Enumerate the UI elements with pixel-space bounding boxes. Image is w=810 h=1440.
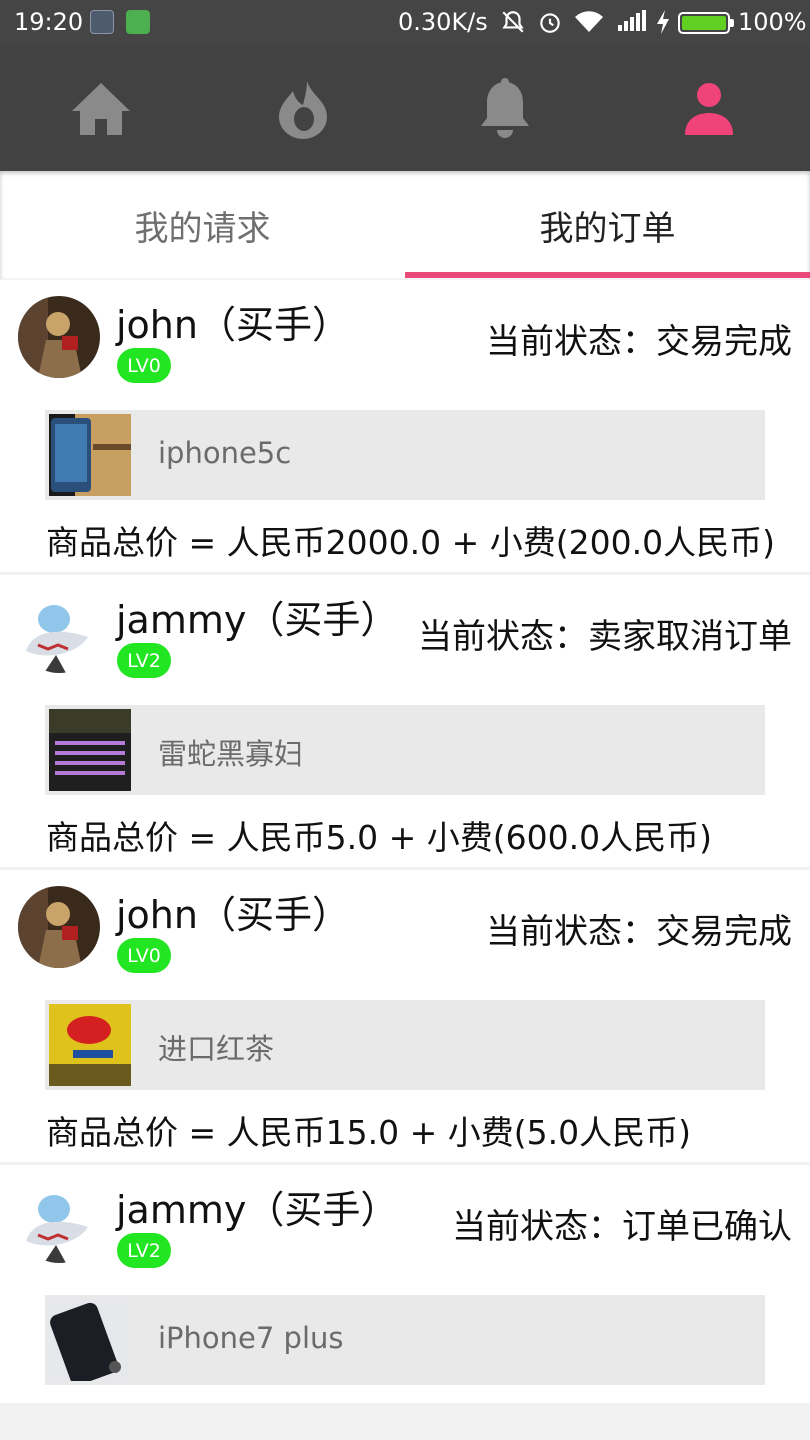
battery-percent: 100% bbox=[738, 8, 807, 36]
app-icon-1 bbox=[90, 10, 114, 34]
product-name: iPhone7 plus bbox=[158, 1321, 344, 1355]
app-icon-2 bbox=[126, 10, 150, 34]
product-row[interactable]: 雷蛇黑寡妇 bbox=[45, 705, 765, 795]
level-badge: LV0 bbox=[117, 938, 171, 973]
product-image bbox=[49, 1299, 131, 1381]
buyer-name: john（买手） bbox=[116, 303, 350, 347]
order-status: 当前状态：卖家取消订单 bbox=[418, 617, 792, 657]
order-status: 当前状态：订单已确认 bbox=[452, 1207, 792, 1247]
total-price: 商品总价 = 人民币15.0 + 小费(5.0人民币) bbox=[46, 1113, 691, 1152]
total-price: 商品总价 = 人民币2000.0 + 小费(200.0人民币) bbox=[46, 523, 775, 562]
product-image bbox=[49, 1004, 131, 1086]
nav-home[interactable] bbox=[66, 74, 136, 144]
buyer-name: john（买手） bbox=[116, 893, 350, 937]
fire-icon bbox=[279, 81, 327, 139]
buyer-name: jammy（买手） bbox=[116, 1188, 399, 1232]
order-card[interactable]: john（买手） LV0 当前状态：交易完成 iphone5c 商品总价 = 人… bbox=[0, 280, 810, 572]
level-badge: LV0 bbox=[117, 348, 171, 383]
avatar[interactable] bbox=[18, 296, 100, 378]
active-tab-indicator bbox=[405, 272, 810, 278]
status-time: 19:20 bbox=[14, 8, 84, 36]
signal-icon bbox=[616, 9, 648, 39]
total-price: 商品总价 = 人民币5.0 + 小费(600.0人民币) bbox=[46, 818, 712, 857]
nav-hot[interactable] bbox=[268, 74, 338, 144]
order-card[interactable]: jammy（买手） LV2 当前状态：卖家取消订单 雷蛇黑寡妇 商品总价 = 人… bbox=[0, 575, 810, 867]
product-name: 雷蛇黑寡妇 bbox=[158, 737, 304, 771]
order-card[interactable]: jammy（买手） LV2 当前状态：订单已确认 iPhone7 plus bbox=[0, 1165, 810, 1440]
nav-profile[interactable] bbox=[674, 74, 744, 144]
avatar[interactable] bbox=[18, 1181, 100, 1263]
nav-notifications[interactable] bbox=[470, 74, 540, 144]
product-row[interactable]: 进口红茶 bbox=[45, 1000, 765, 1090]
product-row[interactable]: iPhone7 plus bbox=[45, 1295, 765, 1385]
tab-my-orders[interactable]: 我的订单 bbox=[405, 171, 810, 279]
buyer-name: jammy（买手） bbox=[116, 598, 399, 642]
product-name: 进口红茶 bbox=[158, 1032, 275, 1066]
charging-icon bbox=[655, 9, 671, 41]
product-image bbox=[49, 709, 131, 791]
bell-icon bbox=[481, 78, 529, 138]
status-bar: 19:20 0.30K/s 100% bbox=[0, 0, 810, 44]
order-status: 当前状态：交易完成 bbox=[486, 322, 792, 362]
alarm-icon bbox=[537, 9, 563, 41]
avatar[interactable] bbox=[18, 591, 100, 673]
home-icon bbox=[72, 83, 130, 135]
level-badge: LV2 bbox=[117, 643, 171, 678]
wifi-icon bbox=[574, 9, 604, 41]
top-nav-bar bbox=[0, 44, 810, 171]
product-image bbox=[49, 414, 131, 496]
order-card[interactable]: john（买手） LV0 当前状态：交易完成 进口红茶 商品总价 = 人民币15… bbox=[0, 870, 810, 1162]
tab-bar: 我的请求 我的订单 bbox=[0, 171, 810, 279]
person-icon bbox=[685, 83, 733, 135]
product-name: iphone5c bbox=[158, 436, 292, 470]
avatar[interactable] bbox=[18, 886, 100, 968]
tab-my-requests[interactable]: 我的请求 bbox=[0, 171, 405, 279]
battery-icon bbox=[678, 12, 734, 34]
product-row[interactable]: iphone5c bbox=[45, 410, 765, 500]
mute-icon bbox=[500, 9, 526, 41]
bottom-strip bbox=[0, 1403, 810, 1440]
order-status: 当前状态：交易完成 bbox=[486, 912, 792, 952]
net-speed: 0.30K/s bbox=[398, 8, 488, 36]
level-badge: LV2 bbox=[117, 1233, 171, 1268]
